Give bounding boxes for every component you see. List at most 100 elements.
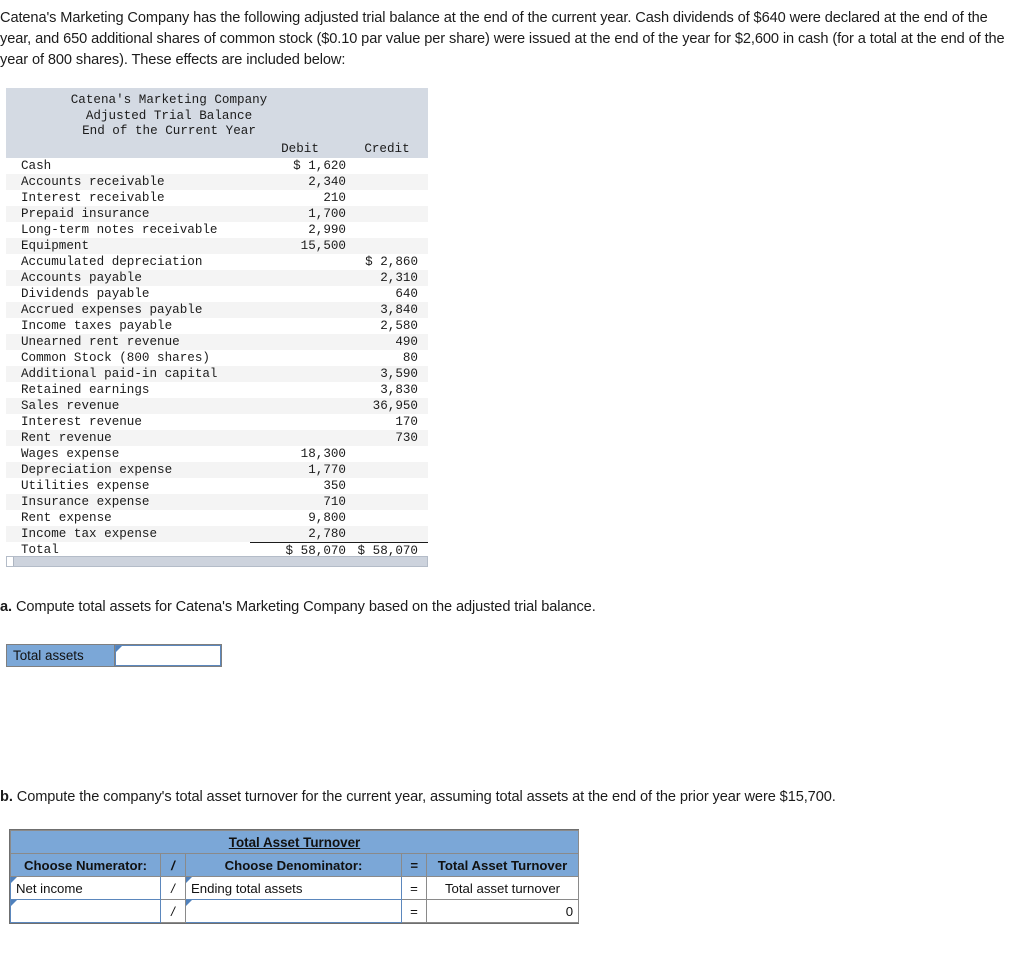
table-row: / = 0 xyxy=(10,899,580,923)
company-name: Catena's Marketing Company xyxy=(70,93,268,107)
debit-amount xyxy=(250,334,350,350)
trial-balance-column-headers: Debit Credit xyxy=(6,140,428,157)
cell-dropdown-marker-icon xyxy=(186,877,192,883)
equals-operator-row-1: = xyxy=(401,876,427,900)
trial-balance-header: Catena's Marketing Company Adjusted Tria… xyxy=(6,88,428,158)
credit-amount xyxy=(350,510,428,526)
table-row: Long-term notes receivable 2,990 xyxy=(6,221,428,238)
account-name: Wages expense xyxy=(21,446,120,461)
account-name: Interest receivable xyxy=(21,190,165,205)
table-row: Dividends payable 640 xyxy=(6,285,428,302)
credit-amount xyxy=(350,238,428,254)
credit-amount: 3,840 xyxy=(380,302,418,317)
debit-amount: 18,300 xyxy=(300,446,346,461)
debit-amount: 350 xyxy=(323,478,346,493)
problem-intro-text: Catena's Marketing Company has the follo… xyxy=(0,10,1005,68)
table-row: Net income / Ending total assets = Total… xyxy=(10,876,580,900)
credit-amount xyxy=(350,526,428,542)
credit-amount xyxy=(350,478,428,494)
result-label-row-1: Total asset turnover xyxy=(425,876,580,900)
question-a-marker: a. xyxy=(0,599,12,615)
divide-operator-row-2: / xyxy=(160,899,186,923)
column-header-debit: Debit xyxy=(281,141,319,156)
table-row: Unearned rent revenue 490 xyxy=(6,333,428,350)
question-a-body: Compute total assets for Catena's Market… xyxy=(15,599,596,615)
account-name: Insurance expense xyxy=(21,494,150,509)
table-title-label: Total Asset Turnover xyxy=(228,834,361,850)
equals-operator-row-2: = xyxy=(401,899,427,923)
credit-amount xyxy=(350,446,428,462)
computed-turnover-value: 0 xyxy=(425,899,580,923)
table-row: Sales revenue 36,950 xyxy=(6,397,428,414)
total-assets-input[interactable] xyxy=(115,645,221,666)
table-row: Wages expense 18,300 xyxy=(6,445,428,462)
scrollbar-thumb[interactable] xyxy=(7,557,14,566)
table-row: Equipment 15,500 xyxy=(6,237,428,254)
trial-balance-horizontal-scrollbar[interactable] xyxy=(6,556,428,567)
debit-amount xyxy=(250,302,350,318)
debit-amount xyxy=(250,270,350,286)
credit-amount: 640 xyxy=(395,286,418,301)
debit-amount xyxy=(250,318,350,334)
credit-amount: 730 xyxy=(395,430,418,445)
debit-amount: 9,800 xyxy=(308,510,346,525)
table-row: Interest revenue 170 xyxy=(6,413,428,430)
account-name: Additional paid-in capital xyxy=(21,366,218,381)
denominator-select-row-1[interactable]: Ending total assets xyxy=(185,876,402,900)
credit-amount xyxy=(350,190,428,206)
header-equals-operator: = xyxy=(401,853,427,877)
table-row: Income taxes payable 2,580 xyxy=(6,317,428,334)
table-row: Prepaid insurance 1,700 xyxy=(6,205,428,222)
debit-amount: 210 xyxy=(323,190,346,205)
account-name: Income tax expense xyxy=(21,526,158,541)
debit-amount: 1,770 xyxy=(308,462,346,477)
credit-amount xyxy=(350,222,428,238)
credit-amount: 2,580 xyxy=(380,318,418,333)
debit-amount xyxy=(250,350,350,366)
table-row: Interest receivable 210 xyxy=(6,189,428,206)
account-name: Common Stock (800 shares) xyxy=(21,350,210,365)
denominator-input-row-2[interactable] xyxy=(185,899,402,923)
debit-amount xyxy=(250,286,350,302)
debit-amount xyxy=(250,414,350,430)
statement-period: End of the Current Year xyxy=(82,124,256,139)
account-name: Dividends payable xyxy=(21,286,150,301)
numerator-value-row-1: Net income xyxy=(16,880,83,896)
credit-amount xyxy=(350,174,428,190)
total-assets-answer-table: Total assets xyxy=(6,644,222,667)
divide-operator-row-1: / xyxy=(160,876,186,900)
table-row: Accrued expenses payable 3,840 xyxy=(6,301,428,318)
table-title-row: Total Asset Turnover xyxy=(9,830,580,854)
total-assets-label: Total assets xyxy=(7,645,115,666)
account-name: Cash xyxy=(21,158,52,173)
cell-dropdown-marker-icon xyxy=(116,646,122,652)
debit-amount xyxy=(250,382,350,398)
column-header-account xyxy=(6,141,250,157)
credit-amount xyxy=(350,462,428,478)
debit-amount xyxy=(250,430,350,446)
account-name: Rent revenue xyxy=(21,430,112,445)
account-name: Accounts payable xyxy=(21,270,142,285)
account-name: Long-term notes receivable xyxy=(21,222,218,237)
debit-amount xyxy=(250,254,350,270)
credit-amount: 3,590 xyxy=(380,366,418,381)
credit-amount: 3,830 xyxy=(380,382,418,397)
credit-amount xyxy=(350,494,428,510)
header-total-asset-turnover: Total Asset Turnover xyxy=(425,853,580,877)
table-row: Utilities expense 350 xyxy=(6,477,428,494)
table-row: Accounts payable 2,310 xyxy=(6,269,428,286)
debit-amount: 2,340 xyxy=(308,174,346,189)
account-name: Utilities expense xyxy=(21,478,150,493)
table-row: Rent expense 9,800 xyxy=(6,509,428,526)
account-name: Retained earnings xyxy=(21,382,150,397)
numerator-select-row-1[interactable]: Net income xyxy=(10,876,161,900)
trial-balance-rows: Cash $ 1,620 Accounts receivable 2,340 Inter… xyxy=(6,157,428,562)
table-row: Cash $ 1,620 xyxy=(6,157,428,174)
debit-amount: 15,500 xyxy=(300,238,346,253)
account-name: Equipment xyxy=(21,238,90,253)
adjusted-trial-balance-table: Catena's Marketing Company Adjusted Tria… xyxy=(6,88,428,562)
numerator-input-row-2[interactable] xyxy=(10,899,161,923)
account-name: Sales revenue xyxy=(21,398,120,413)
credit-amount: $ 2,860 xyxy=(365,254,418,269)
credit-amount: 80 xyxy=(402,350,418,365)
